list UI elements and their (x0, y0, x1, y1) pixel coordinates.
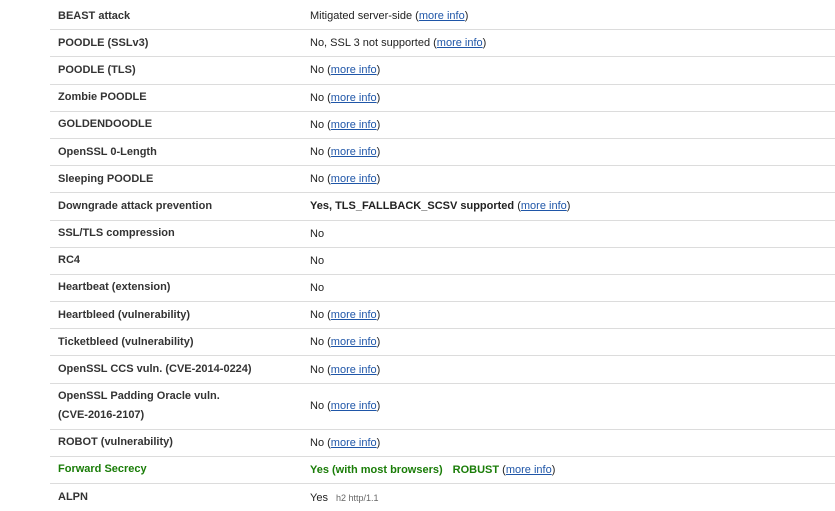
more-info-link[interactable]: more info (331, 364, 377, 376)
value-text: No (310, 64, 325, 77)
table-row: SSL/TLS compression No (50, 221, 835, 248)
more-info-link[interactable]: more info (521, 200, 567, 212)
table-row: OpenSSL Padding Oracle vuln. (CVE-2016-2… (50, 384, 835, 430)
row-value: Mitigated server-side (more info) (310, 10, 469, 23)
row-value: No (more info) (310, 400, 381, 413)
table-row: Forward Secrecy Yes (with most browsers)… (50, 457, 835, 484)
row-value: Yes (with most browsers) ROBUST (more inf… (310, 463, 556, 476)
table-row: Downgrade attack prevention Yes, TLS_FAL… (50, 193, 835, 221)
row-label: ROBOT (vulnerability) (58, 436, 173, 449)
value-text: No (310, 227, 325, 240)
value-text: No (310, 254, 325, 267)
row-value: No (more info) (310, 436, 381, 449)
value-text: No (310, 436, 325, 449)
table-row: RC4 No (50, 248, 835, 275)
more-info-link[interactable]: more info (331, 146, 377, 158)
more-info-link[interactable]: more info (331, 400, 377, 412)
row-label: RC4 (58, 254, 81, 267)
value-text: Yes (with most browsers) (310, 463, 443, 476)
row-value: No (more info) (310, 363, 381, 376)
row-label: OpenSSL Padding Oracle vuln. (CVE-2016-2… (50, 387, 310, 425)
row-value: No (310, 282, 835, 294)
table-row: Heartbeat (extension) No (50, 275, 835, 303)
value-text: No (310, 281, 325, 294)
table-row: Sleeping POODLE No (more info) (50, 166, 835, 194)
row-label: POODLE (SSLv3) (58, 36, 149, 49)
more-info-link[interactable]: more info (331, 309, 377, 321)
more-info-link[interactable]: more info (331, 119, 377, 131)
more-info-link[interactable]: more info (506, 464, 552, 476)
row-label: Downgrade attack prevention (58, 199, 213, 212)
value-text: No (310, 400, 325, 413)
table-row: POODLE (SSLv3) No, SSL 3 not supported (… (50, 30, 835, 58)
more-info-link[interactable]: more info (331, 173, 377, 185)
protocol-details-table: BEAST attack Mitigated server-side (more… (50, 3, 835, 511)
row-label: POODLE (TLS) (58, 63, 136, 76)
table-row: Heartbleed (vulnerability) No (more info… (50, 302, 835, 330)
value-text: Yes, TLS_FALLBACK_SCSV supported (310, 200, 515, 213)
row-value: No (310, 228, 835, 240)
value-text: No, SSL 3 not supported (310, 37, 431, 50)
row-label: ALPN (58, 491, 88, 504)
table-row: BEAST attack Mitigated server-side (more… (50, 3, 835, 31)
more-info-link[interactable]: more info (331, 437, 377, 449)
value-text: Yes (310, 491, 328, 504)
table-row: ALPN Yes h2 http/1.1 (50, 484, 835, 511)
table-row: OpenSSL CCS vuln. (CVE-2014-0224) No (mo… (50, 356, 835, 384)
robust-badge: ROBUST (452, 463, 500, 476)
row-label: Heartbeat (extension) (58, 281, 171, 294)
row-label: SSL/TLS compression (58, 227, 175, 240)
row-label: Ticketbleed (vulnerability) (58, 335, 194, 348)
more-info-link[interactable]: more info (419, 10, 465, 22)
row-value: No (more info) (310, 146, 381, 159)
row-label: Sleeping POODLE (58, 172, 154, 185)
table-row: GOLDENDOODLE No (more info) (50, 112, 835, 139)
row-label: Heartbleed (vulnerability) (58, 308, 191, 321)
more-info-link[interactable]: more info (331, 92, 377, 104)
value-text: No (310, 118, 325, 131)
more-info-link[interactable]: more info (331, 64, 377, 76)
row-value: No (310, 255, 835, 267)
row-label: BEAST attack (58, 9, 131, 22)
row-label: Forward Secrecy (58, 463, 147, 476)
row-value: Yes h2 http/1.1 (310, 492, 835, 504)
value-text: No (310, 173, 325, 186)
value-text: No (310, 91, 325, 104)
table-row: POODLE (TLS) No (more info) (50, 57, 835, 85)
value-text: No (310, 309, 325, 322)
value-text: No (310, 363, 325, 376)
value-text: No (310, 146, 325, 159)
row-label-line1: OpenSSL Padding Oracle vuln. (58, 390, 220, 403)
table-row: Ticketbleed (vulnerability) No (more inf… (50, 329, 835, 357)
row-value: No, SSL 3 not supported (more info) (310, 37, 487, 50)
row-value: No (more info) (310, 336, 381, 349)
table-row: ROBOT (vulnerability) No (more info) (50, 430, 835, 457)
row-value: Yes, TLS_FALLBACK_SCSV supported (more i… (310, 200, 571, 213)
value-text: Mitigated server-side (310, 10, 413, 23)
row-value: No (more info) (310, 64, 381, 77)
row-label: OpenSSL CCS vuln. (CVE-2014-0224) (58, 363, 252, 376)
row-value: No (more info) (310, 309, 381, 322)
table-row: Zombie POODLE No (more info) (50, 85, 835, 112)
row-value: No (more info) (310, 173, 381, 186)
row-value: No (more info) (310, 91, 381, 104)
more-info-link[interactable]: more info (437, 37, 483, 49)
row-value: No (more info) (310, 118, 381, 131)
row-label: OpenSSL 0-Length (58, 145, 157, 158)
row-label-line2: (CVE-2016-2107) (58, 409, 145, 422)
value-text: No (310, 336, 325, 349)
row-label: Zombie POODLE (58, 91, 147, 104)
more-info-link[interactable]: more info (331, 336, 377, 348)
table-row: OpenSSL 0-Length No (more info) (50, 139, 835, 167)
alpn-protocols: h2 http/1.1 (335, 492, 379, 503)
row-label: GOLDENDOODLE (58, 118, 153, 131)
